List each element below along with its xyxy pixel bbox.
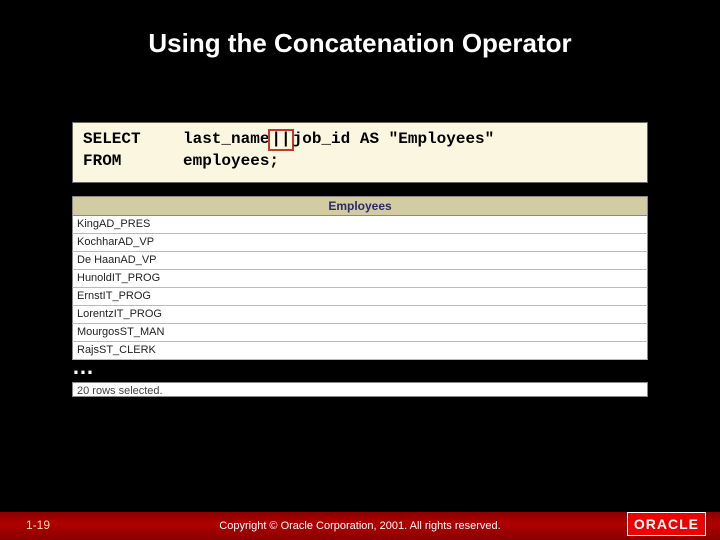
expr-left: last_name	[183, 130, 269, 148]
table-row: KingAD_PRES	[72, 216, 648, 234]
code-line-2: FROMemployees;	[83, 151, 637, 173]
slide: Using the Concatenation Operator SELECTl…	[0, 0, 720, 540]
table-row: MourgosST_MAN	[72, 324, 648, 342]
table-row: De HaanAD_VP	[72, 252, 648, 270]
table-row: LorentzIT_PROG	[72, 306, 648, 324]
oracle-logo: ORACLE	[627, 509, 706, 539]
row-count-summary: 20 rows selected.	[72, 382, 648, 397]
concat-operator-highlight: ||	[268, 129, 293, 151]
from-clause: employees;	[183, 152, 279, 170]
table-row: RajsST_CLERK	[72, 342, 648, 360]
keyword-from: FROM	[83, 151, 183, 173]
footer: 1-19 Copyright © Oracle Corporation, 200…	[0, 506, 720, 540]
expr-right: job_id AS "Employees"	[293, 130, 495, 148]
keyword-select: SELECT	[83, 129, 183, 151]
slide-title: Using the Concatenation Operator	[0, 28, 720, 59]
result-table: Employees KingAD_PRES KochharAD_VP De Ha…	[72, 196, 648, 360]
sql-code-block: SELECTlast_name||job_id AS "Employees" F…	[72, 122, 648, 183]
code-line-1: SELECTlast_name||job_id AS "Employees"	[83, 129, 637, 151]
ellipsis: …	[72, 354, 94, 380]
table-row: KochharAD_VP	[72, 234, 648, 252]
oracle-logo-text: ORACLE	[627, 512, 706, 536]
copyright-text: Copyright © Oracle Corporation, 2001. Al…	[0, 520, 720, 532]
table-row: HunoldIT_PROG	[72, 270, 648, 288]
table-row: ErnstIT_PROG	[72, 288, 648, 306]
result-header: Employees	[72, 196, 648, 216]
